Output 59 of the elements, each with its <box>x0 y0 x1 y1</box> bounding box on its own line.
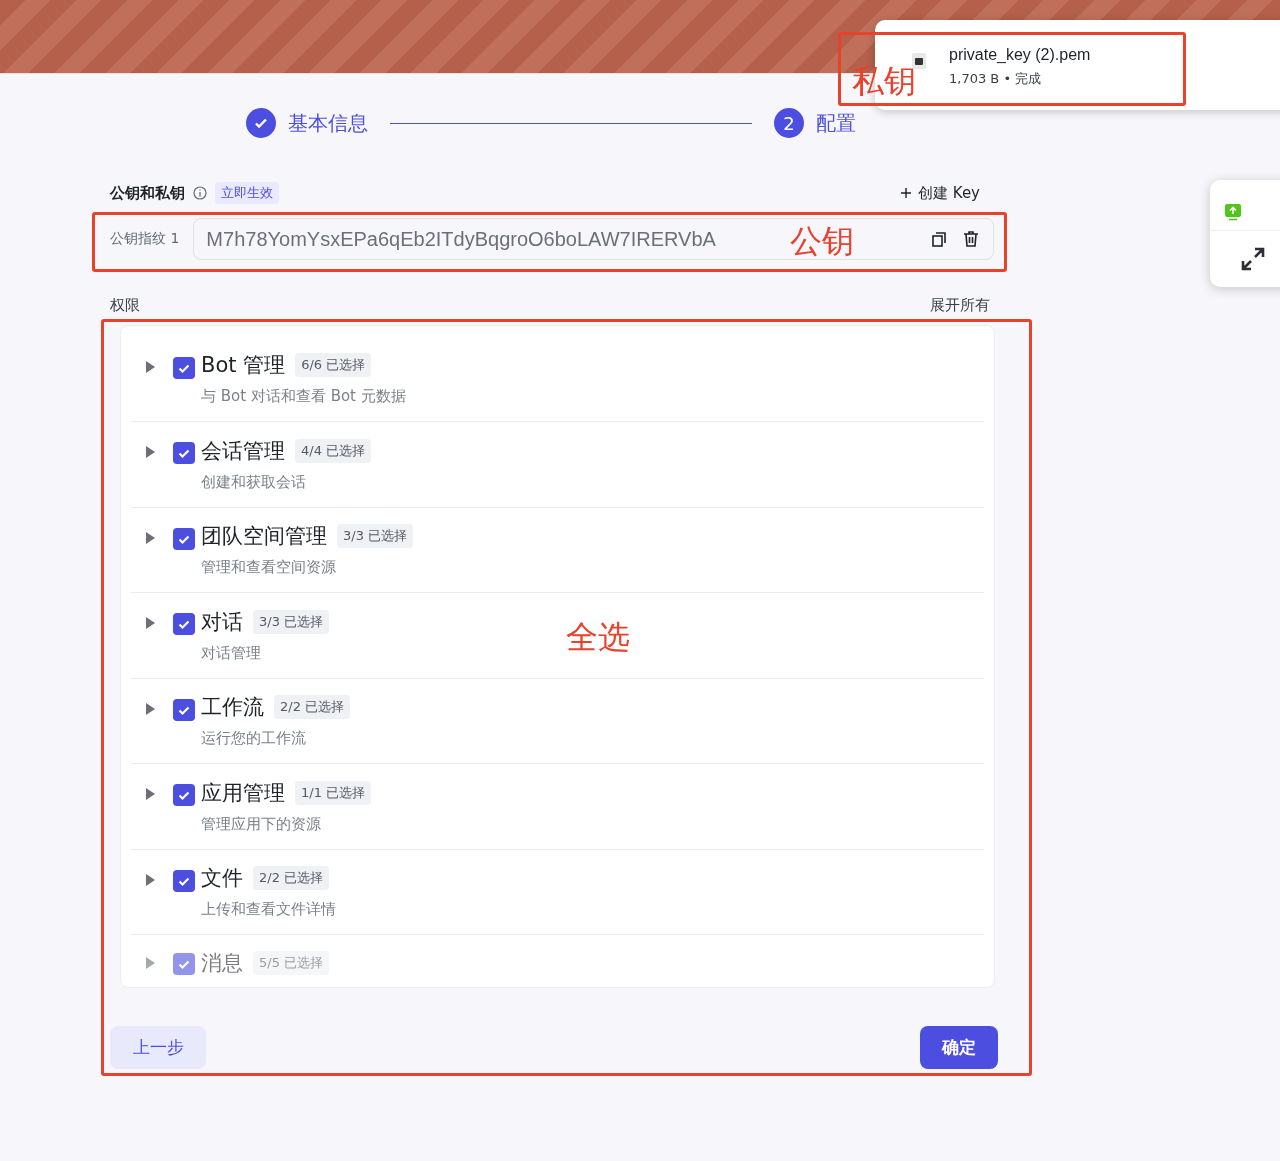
permission-name: 团队空间管理 <box>201 523 327 551</box>
checkbox[interactable] <box>173 953 195 975</box>
permission-name: 对话 <box>201 608 243 636</box>
info-icon <box>193 186 207 200</box>
selected-count: 6/6 已选择 <box>295 353 372 377</box>
trash-icon[interactable] <box>961 229 981 249</box>
selected-count: 1/1 已选择 <box>295 780 372 805</box>
permission-name: 工作流 <box>201 694 264 722</box>
selected-count: 5/5 已选择 <box>253 951 330 975</box>
selected-count: 3/3 已选择 <box>337 524 414 549</box>
step-number: 2 <box>774 108 804 138</box>
checkbox[interactable] <box>173 527 195 550</box>
permission-name: Bot 管理 <box>201 352 286 379</box>
section-title: 公钥和私钥 <box>110 183 185 203</box>
checkbox[interactable] <box>173 442 195 465</box>
annotation-label: 公钥 <box>790 221 854 262</box>
permission-description: 创建和获取会话 <box>201 472 307 492</box>
permission-name: 应用管理 <box>201 779 285 807</box>
permission-description: 与 Bot 对话和查看 Bot 元数据 <box>201 387 407 406</box>
expand-arrow-icon[interactable] <box>145 617 155 630</box>
expand-all-link[interactable]: 展开所有 <box>930 296 990 315</box>
expand-arrow-icon[interactable] <box>145 788 155 801</box>
permissions-title: 权限 <box>110 296 140 315</box>
selected-count: 2/2 已选择 <box>253 866 330 891</box>
selected-count: 3/3 已选择 <box>253 609 330 634</box>
annotation-label: 私钥 <box>852 61 916 102</box>
permission-name: 消息 <box>201 950 243 977</box>
permission-description: 管理应用下的资源 <box>201 814 322 834</box>
back-button[interactable]: 上一步 <box>110 1026 206 1069</box>
expand-arrow-icon[interactable] <box>145 873 155 886</box>
plus-icon <box>900 187 913 199</box>
expand-icon[interactable] <box>1240 246 1266 272</box>
confirm-button[interactable]: 确定 <box>920 1026 998 1069</box>
expand-arrow-icon[interactable] <box>145 702 155 715</box>
annotation-label: 全选 <box>566 617 630 658</box>
download-filename[interactable]: private_key (2).pem <box>949 46 1091 64</box>
step-label: 配置 <box>816 109 856 137</box>
download-status: 1,703 B • 完成 <box>949 70 1043 88</box>
selected-count: 2/2 已选择 <box>274 695 351 720</box>
step-label: 基本信息 <box>288 109 368 137</box>
permission-name: 会话管理 <box>201 437 285 465</box>
status-tag: 立即生效 <box>215 182 279 204</box>
expand-arrow-icon[interactable] <box>145 531 155 544</box>
permission-description: 对话管理 <box>201 643 262 663</box>
copy-icon[interactable] <box>929 229 949 249</box>
permission-description: 上传和查看文件详情 <box>201 900 337 920</box>
checkbox[interactable] <box>173 784 195 807</box>
checkbox[interactable] <box>173 869 195 892</box>
permission-description: 运行您的工作流 <box>201 729 307 749</box>
key-label: 公钥指纹 1 <box>110 230 180 248</box>
selected-count: 4/4 已选择 <box>295 438 372 463</box>
create-key-button[interactable]: 创建 Key <box>900 183 980 203</box>
permission-name: 文件 <box>201 865 243 893</box>
expand-arrow-icon[interactable] <box>145 446 155 459</box>
expand-arrow-icon[interactable] <box>145 360 155 373</box>
permission-description: 管理和查看空间资源 <box>201 558 337 578</box>
checkbox[interactable] <box>173 613 195 636</box>
checkbox[interactable] <box>173 356 195 379</box>
checkbox[interactable] <box>173 698 195 721</box>
